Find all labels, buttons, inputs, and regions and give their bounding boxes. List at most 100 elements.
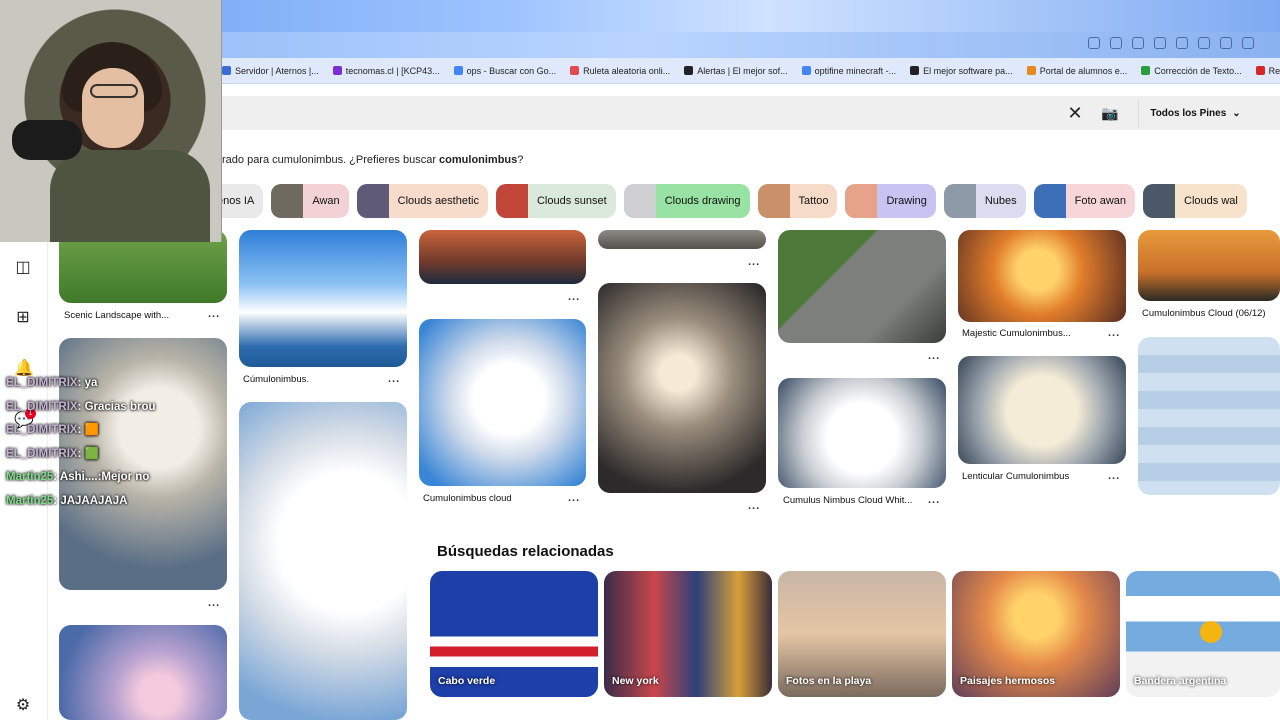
related-chip[interactable]: Clouds sunset (495, 184, 616, 218)
pin-image[interactable] (59, 625, 227, 720)
extension-icon[interactable] (1088, 37, 1100, 49)
more-options-icon[interactable]: ... (568, 291, 580, 303)
bookmark-item[interactable]: tecnomas.cl | [KCP43... (332, 66, 440, 76)
related-search-label: Fotos en la playa (786, 675, 872, 687)
related-search-card[interactable]: Fotos en la playa (778, 571, 946, 697)
pin-image[interactable] (778, 378, 946, 488)
pin-caption: Cumulus Nimbus Cloud Whit... (783, 495, 913, 506)
play-icon[interactable] (1154, 37, 1166, 49)
chip-label: Drawing (886, 195, 927, 207)
bookmark-label: Ruleta aleatoria onli... (583, 65, 671, 76)
related-search-label: Bandera argentina (1134, 675, 1227, 687)
pin-image[interactable] (239, 402, 407, 720)
chip-thumbnail (623, 184, 656, 218)
more-options-icon[interactable]: ... (208, 597, 220, 609)
chat-message: EL_DIMITRIX: Gracias brou (6, 396, 156, 420)
chat-username: EL_DIMITRIX (6, 377, 78, 389)
related-search-card[interactable]: Cabo verde (430, 571, 598, 697)
pin-image[interactable] (419, 319, 586, 486)
camera-icon[interactable]: 📷 (1100, 104, 1120, 122)
spelling-suggestion: rado para cumulonimbus. ¿Prefieres busca… (222, 154, 524, 166)
chip-label: Clouds drawing (664, 195, 741, 207)
pin-image[interactable] (958, 230, 1126, 322)
webcam-overlay (0, 0, 222, 242)
close-icon[interactable]: ✕ (1066, 104, 1084, 122)
bookmark-item[interactable]: Portal de alumnos e... (1026, 66, 1127, 76)
search-scope-dropdown[interactable]: Todos los Pines ⌄ (1138, 99, 1252, 127)
pin-image[interactable] (958, 356, 1126, 464)
bookmark-label: El mejor software pa... (923, 65, 1013, 76)
chat-username: Martin25 (6, 494, 54, 507)
share-icon[interactable] (1220, 37, 1232, 49)
chat-message: EL_DIMITRIX: 🟧 (6, 419, 156, 443)
pin-caption: Cumulonimbus Cloud (06/12) (1142, 308, 1266, 319)
related-searches-title: Búsquedas relacionadas (437, 543, 614, 560)
bookmark-item[interactable]: Alertas | El mejor sof... (684, 66, 788, 76)
heart-icon[interactable] (1176, 37, 1188, 49)
more-options-icon[interactable]: ... (208, 308, 220, 320)
pin-image[interactable] (239, 230, 407, 367)
chip-thumbnail (271, 184, 304, 218)
search-input[interactable] (222, 96, 1280, 130)
bookmark-label: Corrección de Texto... (1154, 65, 1242, 76)
bookmark-item[interactable]: El mejor software pa... (910, 66, 1013, 76)
related-chip[interactable]: Tattoo (757, 184, 838, 218)
related-chip[interactable]: Drawing (845, 184, 936, 218)
bookmark-label: ops - Buscar con Go... (466, 65, 557, 76)
bookmark-label: optifine minecraft -... (814, 65, 897, 76)
related-search-label: New york (612, 675, 659, 687)
create-icon[interactable]: ⊞ (14, 309, 32, 327)
chat-text: : Gracias brou (77, 400, 156, 413)
gear-icon[interactable]: ⚙ (14, 697, 32, 715)
more-options-icon[interactable]: ... (928, 350, 940, 362)
chip-label: Foto awan (1074, 195, 1127, 207)
related-chip[interactable]: Clouds wal (1143, 184, 1247, 218)
bookmark-item[interactable]: Regístrate como do... (1255, 66, 1280, 76)
related-chip[interactable]: Clouds drawing (623, 184, 750, 218)
bookmark-favicon-icon (1026, 66, 1036, 75)
pin-image[interactable] (419, 230, 586, 284)
screenshot-icon[interactable] (1110, 37, 1122, 49)
pin-image[interactable] (1138, 337, 1280, 495)
related-search-card[interactable]: Bandera argentina (1126, 571, 1280, 697)
related-chip[interactable]: Clouds aesthetic (356, 184, 488, 218)
bookmark-item[interactable]: Ruleta aleatoria onli... (570, 66, 670, 76)
pin-caption: Cúmulonimbus. (243, 374, 309, 385)
board-icon[interactable]: ◫ (14, 259, 32, 277)
pin-image[interactable] (598, 230, 766, 249)
more-options-icon[interactable]: ... (1108, 470, 1120, 482)
related-chip[interactable]: Foto awan (1033, 184, 1136, 218)
related-search-label: Paisajes hermosos (960, 675, 1056, 687)
related-chip[interactable]: Nubes (943, 184, 1026, 218)
related-search-card[interactable]: Paisajes hermosos (952, 571, 1120, 697)
bookmark-item[interactable]: optifine minecraft -... (801, 65, 897, 76)
related-search-card[interactable]: New york (604, 571, 772, 697)
shield-icon[interactable] (1132, 37, 1144, 49)
more-options-icon[interactable]: ... (388, 373, 400, 385)
pin-image[interactable] (778, 230, 946, 343)
more-options-icon[interactable]: ... (928, 494, 940, 506)
bookmark-item[interactable]: Servidor | Aternos |... (222, 66, 319, 76)
chip-label: Awan (312, 195, 340, 207)
download-icon[interactable] (1198, 37, 1210, 49)
more-options-icon[interactable]: ... (1108, 327, 1120, 339)
chip-thumbnail (757, 184, 790, 218)
pin-image[interactable] (1138, 230, 1280, 301)
more-options-icon[interactable]: ... (568, 492, 580, 504)
bookmark-item[interactable]: Corrección de Texto... (1141, 65, 1242, 76)
related-chip[interactable]: Awan (271, 184, 349, 218)
chat-message: Martin25: JAJAAJAJA (6, 490, 156, 514)
chip-label: Clouds aesthetic (397, 195, 479, 207)
chat-username: EL_DIMITRIX (6, 400, 78, 413)
profile-icon[interactable] (1242, 37, 1254, 49)
chat-text: : ya (77, 377, 98, 389)
bookmark-item[interactable]: ops - Buscar con Go... (453, 65, 557, 76)
suggested-term-link[interactable]: comulonimbus (439, 154, 517, 166)
more-options-icon[interactable]: ... (748, 256, 760, 268)
search-scope-label: Todos los Pines (1150, 107, 1227, 119)
more-options-icon[interactable]: ... (748, 500, 760, 512)
bookmark-favicon-icon (222, 66, 231, 75)
chat-username: EL_DIMITRIX (6, 424, 78, 436)
chip-label: Clouds wal (1184, 195, 1238, 207)
pin-image[interactable] (598, 283, 766, 493)
